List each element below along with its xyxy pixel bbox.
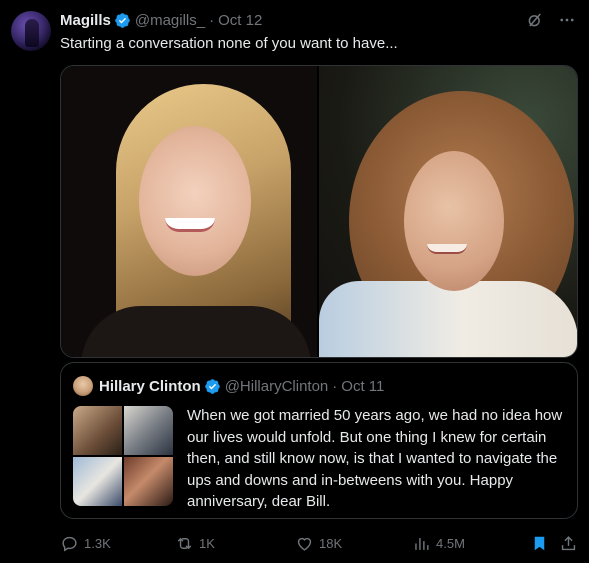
like-count: 18K: [319, 535, 343, 551]
author-name[interactable]: Magills: [60, 12, 111, 29]
repost-icon: [177, 537, 192, 549]
like-icon: [297, 537, 312, 551]
repost-count: 1K: [199, 535, 215, 551]
grok-icon[interactable]: [525, 10, 545, 30]
views-button[interactable]: 4.5M: [412, 532, 465, 554]
views-icon: [415, 537, 429, 550]
post-top-actions: [525, 10, 577, 30]
reply-icon: [62, 536, 77, 552]
post-media[interactable]: [60, 65, 578, 358]
quoted-author-name: Hillary Clinton: [99, 377, 201, 395]
quoted-handle: @HillaryClinton: [224, 377, 329, 395]
separator-dot: ·: [332, 377, 338, 395]
author-handle[interactable]: @magills_: [135, 12, 205, 29]
media-photo-1[interactable]: [61, 66, 319, 357]
verified-badge-icon: [115, 12, 130, 28]
like-button[interactable]: 18K: [295, 532, 342, 554]
repost-button[interactable]: 1K: [175, 532, 215, 554]
reply-button[interactable]: 1.3K: [60, 532, 111, 554]
bookmark-button[interactable]: [530, 532, 549, 554]
verified-badge-icon: [204, 378, 220, 394]
more-icon[interactable]: [557, 10, 577, 30]
quoted-header: Hillary Clinton @HillaryClinton · Oct 11: [99, 376, 384, 396]
views-count: 4.5M: [436, 535, 465, 551]
separator-dot: ·: [209, 11, 215, 29]
share-icon: [561, 535, 576, 550]
post-header: Magills @magills_ · Oct 12: [60, 10, 262, 30]
post-text: Starting a conversation none of you want…: [60, 35, 398, 52]
reply-count: 1.3K: [84, 535, 111, 551]
quoted-media-thumbnail[interactable]: [73, 406, 173, 506]
quoted-post[interactable]: Hillary Clinton @HillaryClinton · Oct 11…: [60, 362, 578, 519]
share-button[interactable]: [559, 532, 578, 554]
post-actions: 1.3K 1K 18K 4.5M: [60, 532, 580, 554]
quoted-date: Oct 11: [341, 377, 385, 395]
media-photo-2[interactable]: [319, 66, 577, 357]
bookmark-icon: [534, 536, 545, 550]
quoted-text: When we got married 50 years ago, we had…: [187, 407, 563, 511]
post-avatar[interactable]: [11, 11, 51, 51]
post-date[interactable]: Oct 12: [218, 12, 262, 29]
quoted-avatar: [73, 376, 93, 396]
